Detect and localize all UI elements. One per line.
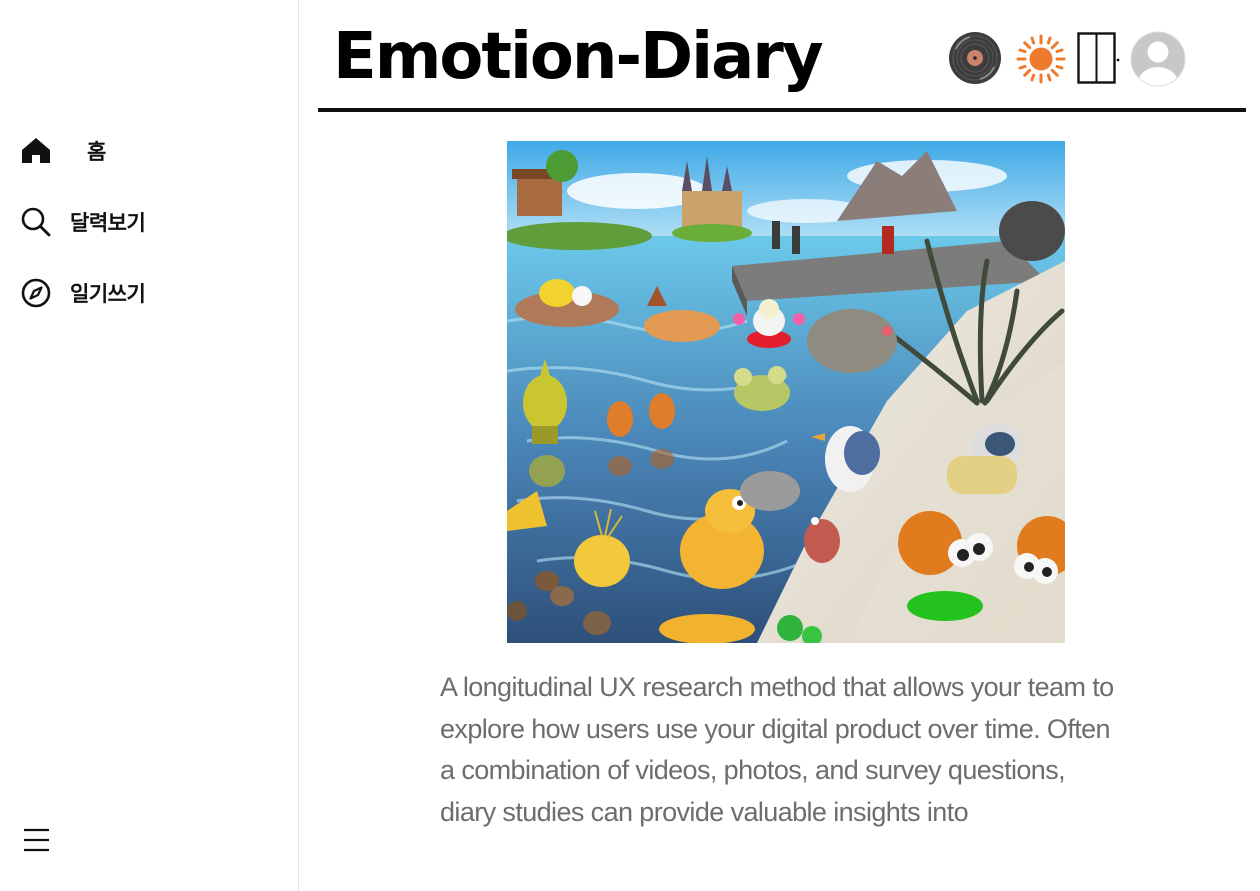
vinyl-record-icon[interactable] xyxy=(948,31,1002,89)
sun-icon[interactable] xyxy=(1016,34,1066,88)
hamburger-menu-icon[interactable] xyxy=(23,826,51,854)
home-icon xyxy=(20,135,52,167)
sidebar-item-label: 홈 xyxy=(87,140,106,164)
beach-illustration xyxy=(507,141,1065,643)
door-icon[interactable] xyxy=(1077,32,1121,88)
sidebar-item-home[interactable]: 홈 xyxy=(20,133,145,169)
sidebar-item-label: 일기쓰기 xyxy=(70,282,146,306)
hero-image xyxy=(507,141,1065,643)
header: Emotion-Diary xyxy=(318,0,1246,114)
diary-description: A longitudinal UX research method that a… xyxy=(440,672,1114,827)
search-icon xyxy=(20,206,52,238)
sidebar-item-write[interactable]: 일기쓰기 xyxy=(20,275,146,311)
sidebar: 홈 달력보기 일기쓰기 xyxy=(0,0,299,891)
sidebar-item-calendar[interactable]: 달력보기 xyxy=(20,204,146,240)
header-divider xyxy=(318,108,1246,112)
user-avatar-icon[interactable] xyxy=(1130,31,1186,91)
compass-icon xyxy=(20,277,52,309)
app: 홈 달력보기 일기쓰기 Emotion-Diary A longitudinal… xyxy=(0,0,1260,891)
app-title: Emotion-Diary xyxy=(333,20,824,94)
sidebar-item-label: 달력보기 xyxy=(70,211,146,235)
sidebar-nav: 홈 달력보기 일기쓰기 xyxy=(20,133,146,346)
main-content: A longitudinal UX research method that a… xyxy=(318,114,1246,891)
